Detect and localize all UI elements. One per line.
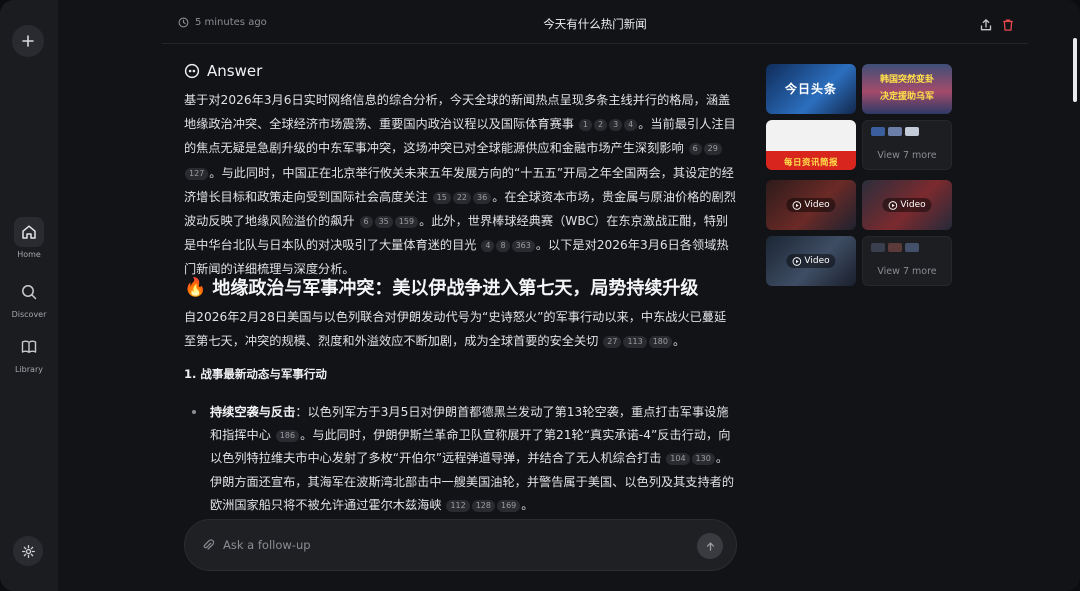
fire-icon: 🔥 — [184, 276, 207, 298]
citation-badge[interactable]: 112 — [446, 499, 470, 512]
home-icon — [14, 217, 44, 247]
video-tile[interactable]: Video — [766, 236, 856, 286]
bullet-body: ：以色列军方于3月5日对伊朗首都德黑兰发动了第13轮空袭，重点打击军事设施和指挥… — [210, 405, 734, 512]
search-icon — [14, 277, 44, 307]
citation-badge[interactable]: 159 — [394, 216, 419, 229]
image-tile[interactable]: 今日头条 — [766, 64, 856, 114]
answer-intro: 基于对2026年3月6日实时网络信息的综合分析，今天全球的新闻热点呈现多条主线并… — [184, 88, 736, 282]
section-heading: 🔥 地缘政治与军事冲突：美以伊战争进入第七天，局势持续升级 — [184, 274, 698, 300]
answer-heading-text: Answer — [207, 62, 263, 80]
gear-icon — [21, 544, 35, 558]
section-intro: 自2026年2月28日美国与以色列联合对伊朗发动代号为“史诗怒火”的军事行动以来… — [184, 305, 736, 353]
section-heading-text: 地缘政治与军事冲突：美以伊战争进入第七天，局势持续升级 — [212, 278, 699, 299]
citation-badge[interactable]: 6 — [688, 143, 702, 156]
share-button[interactable] — [978, 17, 994, 33]
video-badge: Video — [786, 254, 836, 268]
nav-home-label: Home — [17, 250, 41, 259]
thread-header: 5 minutes ago 今天有什么热门新闻 — [162, 8, 1028, 44]
nav-discover[interactable]: Discover — [0, 277, 58, 319]
follow-up-box — [184, 519, 737, 571]
video-tile[interactable]: Video — [766, 180, 856, 230]
new-thread-button[interactable] — [12, 25, 44, 57]
video-label: Video — [804, 256, 830, 266]
send-button[interactable] — [697, 533, 723, 559]
share-icon — [980, 19, 992, 31]
trash-icon — [1003, 19, 1013, 31]
citation-badge[interactable]: 3 — [609, 119, 623, 132]
image-tile[interactable]: 每日资讯简报 — [766, 120, 856, 170]
book-icon — [14, 332, 44, 362]
scrollbar[interactable] — [1073, 38, 1077, 102]
thumbnail-strip — [871, 127, 919, 136]
citation-badge[interactable]: 127 — [185, 167, 209, 180]
image-caption: 决定援助乌军 — [879, 92, 934, 102]
video-badge: Video — [786, 198, 836, 212]
view-more-label: View 7 more — [877, 266, 937, 277]
settings-button[interactable] — [13, 536, 43, 566]
view-more-videos-button[interactable]: View 7 more — [862, 236, 952, 286]
thread-title: 今天有什么热门新闻 — [543, 17, 647, 31]
follow-up-input[interactable] — [223, 535, 663, 555]
citation-badge[interactable]: 6 — [359, 216, 373, 229]
image-caption: 韩国突然变卦 — [879, 75, 934, 85]
image-caption: 今日头条 — [784, 82, 837, 96]
view-more-label: View 7 more — [877, 150, 937, 161]
app-window: Home Discover Library 5 minutes ago 今天有什… — [0, 0, 1080, 591]
answer-logo-icon — [184, 63, 200, 79]
answer-heading: Answer — [184, 62, 262, 80]
citation-badge[interactable]: 35 — [374, 216, 393, 229]
video-label: Video — [804, 200, 830, 210]
paperclip-icon[interactable] — [201, 538, 215, 552]
citation-badge[interactable]: 180 — [648, 336, 672, 349]
citation-badge[interactable]: 22 — [452, 191, 471, 204]
text-run: 。 — [673, 334, 686, 349]
main-content: 5 minutes ago 今天有什么热门新闻 Answer 基于对2026年3… — [58, 0, 1080, 591]
citation-badge[interactable]: 8 — [496, 240, 510, 253]
text-run: 。 — [521, 497, 534, 512]
play-icon — [888, 200, 898, 210]
bullet-lead: 持续空袭与反击 — [210, 405, 296, 419]
bullet-dot — [192, 410, 196, 414]
citation-badge[interactable]: 2 — [593, 119, 608, 132]
citation-badge[interactable]: 169 — [497, 499, 521, 512]
bullet-text: 持续空袭与反击：以色列军方于3月5日对伊朗首都德黑兰发动了第13轮空袭，重点打击… — [210, 401, 736, 517]
citation-badge[interactable]: 128 — [471, 499, 495, 512]
citation-badge[interactable]: 29 — [703, 143, 722, 156]
citation-badge[interactable]: 113 — [623, 336, 647, 349]
citation-badge[interactable]: 363 — [511, 240, 535, 253]
view-more-images-button[interactable]: View 7 more — [862, 120, 952, 170]
subheading: 1. 战事最新动态与军事行动 — [184, 367, 327, 381]
video-label: Video — [900, 200, 926, 210]
citation-badge[interactable]: 36 — [473, 191, 492, 204]
plus-icon — [22, 35, 34, 47]
nav-discover-label: Discover — [11, 310, 47, 319]
citation-badge[interactable]: 104 — [666, 453, 690, 466]
sidebar: Home Discover Library — [0, 0, 58, 591]
citation-badge[interactable]: 186 — [275, 430, 300, 443]
image-tile[interactable]: 韩国突然变卦 决定援助乌军 — [862, 64, 952, 114]
citation-badge[interactable]: 4 — [624, 119, 638, 132]
arrow-up-icon — [706, 541, 714, 551]
delete-button[interactable] — [1000, 17, 1016, 33]
citation-badge[interactable]: 27 — [603, 336, 622, 349]
video-badge: Video — [882, 198, 932, 212]
citation-badge[interactable]: 15 — [432, 191, 451, 204]
image-caption: 每日资讯简报 — [783, 158, 838, 168]
citation-badge[interactable]: 130 — [691, 453, 715, 466]
citation-badge[interactable]: 4 — [481, 240, 495, 253]
nav-library[interactable]: Library — [0, 332, 58, 374]
play-icon — [792, 256, 802, 266]
nav-home[interactable]: Home — [0, 217, 58, 259]
nav-library-label: Library — [15, 365, 43, 374]
thumbnail-strip — [871, 243, 919, 252]
video-tile[interactable]: Video — [862, 180, 952, 230]
citation-badge[interactable]: 1 — [578, 119, 592, 132]
play-icon — [792, 200, 802, 210]
